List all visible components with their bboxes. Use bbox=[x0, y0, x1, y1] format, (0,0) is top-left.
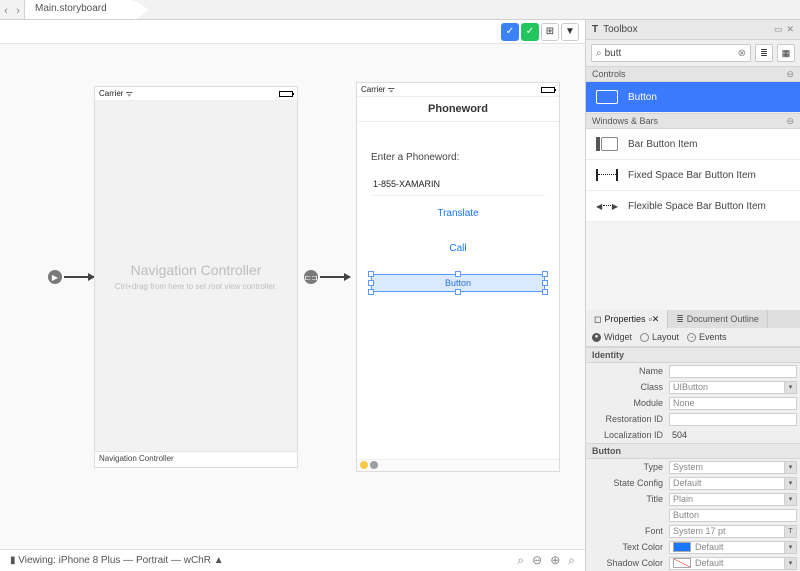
fixed-space-icon bbox=[596, 168, 618, 182]
title-type-field[interactable]: Plain▾ bbox=[669, 493, 797, 506]
new-button-selected[interactable]: Button bbox=[371, 274, 545, 292]
toolbar-btn-approve2[interactable]: ✓ bbox=[521, 23, 539, 41]
nav-controller-title: Navigation Controller bbox=[131, 262, 262, 278]
subtab-events[interactable]: →Events bbox=[687, 332, 727, 342]
restoration-id-field[interactable] bbox=[669, 413, 797, 426]
color-swatch bbox=[673, 558, 691, 568]
shadow-color-field[interactable]: Default▾ bbox=[669, 557, 797, 570]
first-responder-icon[interactable] bbox=[360, 461, 368, 469]
clear-search-icon[interactable]: ⊗ bbox=[738, 48, 746, 59]
phoneword-textfield[interactable]: 1-855-XAMARIN bbox=[371, 173, 545, 196]
font-label: Font bbox=[589, 526, 669, 536]
nav-back[interactable]: ‹ bbox=[0, 3, 12, 19]
side-panel: T Toolbox ▭✕ ⌕ butt ⊗ ≣ ▦ Controls⊖ Butt… bbox=[585, 20, 800, 571]
toolbar-btn-layout[interactable]: ⊞ bbox=[541, 23, 559, 41]
subtab-widget[interactable]: ●Widget bbox=[592, 332, 632, 342]
designer-area: ✓ ✓ ⊞ ▼ ▶ Carrier ᯤ Navigation Contr bbox=[0, 20, 585, 571]
toolbox-title: Toolbox bbox=[603, 24, 637, 35]
flexible-space-icon bbox=[596, 199, 618, 213]
segue-icon: ⊏⊐ bbox=[304, 270, 318, 284]
title-label: Title bbox=[589, 494, 669, 504]
zoom-in-icon[interactable]: ⊕ bbox=[550, 553, 560, 568]
properties-subtabs: ●Widget Layout →Events bbox=[586, 328, 800, 347]
color-swatch bbox=[673, 542, 691, 552]
bar-button-icon bbox=[596, 137, 618, 151]
call-button[interactable]: Call bbox=[357, 231, 559, 266]
button-label: Button bbox=[445, 278, 471, 288]
viewing-label[interactable]: Viewing: iPhone 8 Plus — Portrait — wChR… bbox=[18, 555, 223, 566]
title-text-field[interactable]: Button bbox=[669, 509, 797, 522]
controls-section[interactable]: Controls⊖ bbox=[586, 66, 800, 82]
navigation-controller-scene[interactable]: Carrier ᯤ Navigation Controller Ctrl+dra… bbox=[94, 86, 298, 468]
designer-toolbar: ✓ ✓ ⊞ ▼ bbox=[0, 20, 585, 44]
search-icon: ⌕ bbox=[596, 48, 602, 59]
scene-dock[interactable] bbox=[357, 459, 559, 471]
list-view-button[interactable]: ≣ bbox=[755, 44, 773, 62]
bottom-tabs: ◻ Properties ▫✕ ≣ Document Outline bbox=[586, 310, 800, 328]
subtab-layout[interactable]: Layout bbox=[640, 332, 679, 342]
initial-arrow[interactable]: ▶ bbox=[48, 270, 94, 284]
name-label: Name bbox=[589, 366, 669, 376]
storyboard-canvas[interactable]: ▶ Carrier ᯤ Navigation Controller Ctrl+d… bbox=[0, 44, 585, 549]
name-field[interactable] bbox=[669, 365, 797, 378]
text-color-field[interactable]: Default▾ bbox=[669, 541, 797, 554]
class-label: Class bbox=[589, 382, 669, 392]
font-field[interactable]: System 17 ptT bbox=[669, 525, 797, 538]
toolbox-icon: T bbox=[592, 24, 598, 35]
button-icon bbox=[596, 90, 618, 104]
toolbar-btn-approve[interactable]: ✓ bbox=[501, 23, 519, 41]
module-label: Module bbox=[589, 398, 669, 408]
nav-controller-hint: Ctrl+drag from here to set root view con… bbox=[115, 282, 278, 291]
prompt-label[interactable]: Enter a Phoneword: bbox=[357, 122, 559, 173]
exit-icon[interactable] bbox=[370, 461, 378, 469]
localization-id-value: 504 bbox=[669, 429, 797, 442]
phoneword-view-controller[interactable]: Carrier ᯤ Phoneword Enter a Phoneword: 1… bbox=[356, 82, 560, 472]
collapse-icon: ⊖ bbox=[786, 69, 794, 80]
collapse-icon: ⊖ bbox=[786, 116, 794, 127]
module-field[interactable]: None bbox=[669, 397, 797, 410]
toolbox-search-input[interactable]: ⌕ butt ⊗ bbox=[591, 44, 751, 62]
status-bar: ▮ Viewing: iPhone 8 Plus — Portrait — wC… bbox=[0, 549, 585, 571]
toolbox-item-bar-button[interactable]: Bar Button Item bbox=[586, 129, 800, 160]
toolbox-item-fixed-space[interactable]: Fixed Space Bar Button Item bbox=[586, 160, 800, 191]
state-config-label: State Config bbox=[589, 478, 669, 488]
localization-id-label: Localization ID bbox=[589, 430, 669, 440]
tab-properties[interactable]: ◻ Properties ▫✕ bbox=[586, 310, 668, 328]
close-icon[interactable]: ✕ bbox=[786, 24, 794, 35]
windows-bars-section[interactable]: Windows & Bars⊖ bbox=[586, 113, 800, 129]
sim-status-bar: Carrier ᯤ bbox=[357, 83, 559, 97]
segue-arrow[interactable]: ⊏⊐ bbox=[304, 270, 350, 284]
tab-document-outline[interactable]: ≣ Document Outline bbox=[668, 310, 768, 328]
translate-button[interactable]: Translate bbox=[357, 196, 559, 231]
button-group: Button bbox=[586, 443, 800, 459]
nav-forward[interactable]: › bbox=[12, 3, 24, 19]
entry-point-icon: ▶ bbox=[48, 270, 62, 284]
toolbox-item-button[interactable]: Button bbox=[586, 82, 800, 113]
toolbox-item-flexible-space[interactable]: Flexible Space Bar Button Item bbox=[586, 191, 800, 222]
zoom-actual-icon[interactable]: ⌕ bbox=[568, 553, 575, 568]
properties-body: Identity Name ClassUIButton▾ ModuleNone … bbox=[586, 347, 800, 571]
toolbox-header: T Toolbox ▭✕ bbox=[586, 20, 800, 40]
tab-bar: ‹ › Main.storyboard bbox=[0, 0, 800, 20]
font-picker-icon[interactable]: T bbox=[784, 526, 796, 537]
state-config-field[interactable]: Default▾ bbox=[669, 477, 797, 490]
dropdown-icon[interactable]: ▾ bbox=[784, 382, 796, 393]
nav-bar-title[interactable]: Phoneword bbox=[357, 97, 559, 122]
type-field[interactable]: System▾ bbox=[669, 461, 797, 474]
restoration-id-label: Restoration ID bbox=[589, 414, 669, 424]
nav-controller-footer: Navigation Controller bbox=[95, 451, 297, 467]
grid-view-button[interactable]: ▦ bbox=[777, 44, 795, 62]
toolbar-dropdown[interactable]: ▼ bbox=[561, 23, 579, 41]
zoom-out-icon[interactable]: ⊖ bbox=[532, 553, 542, 568]
text-color-label: Text Color bbox=[589, 542, 669, 552]
search-value: butt bbox=[605, 48, 622, 59]
zoom-fit-icon[interactable]: ⌕ bbox=[517, 553, 524, 568]
identity-group: Identity bbox=[586, 347, 800, 363]
file-tab[interactable]: Main.storyboard bbox=[24, 0, 136, 19]
type-label: Type bbox=[589, 462, 669, 472]
shadow-color-label: Shadow Color bbox=[589, 558, 669, 568]
pin-icon[interactable]: ▭ bbox=[774, 24, 783, 35]
class-field[interactable]: UIButton▾ bbox=[669, 381, 797, 394]
sim-status-bar: Carrier ᯤ bbox=[95, 87, 297, 101]
